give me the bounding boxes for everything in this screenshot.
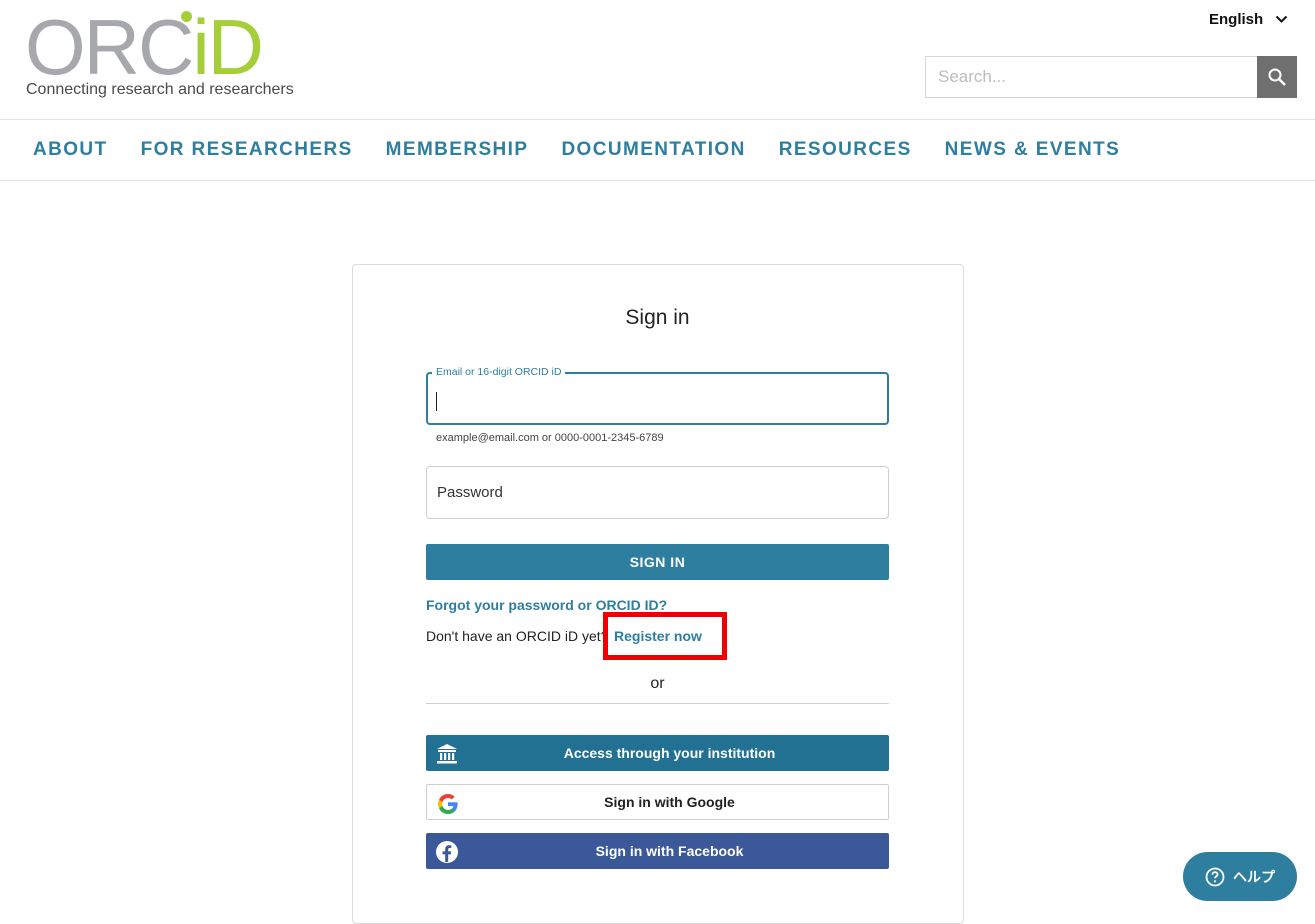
orcid-logo[interactable]: ORCiD Connecting research and researcher… [25, 8, 315, 104]
email-field-label: Email or 16-digit ORCID iD [432, 366, 566, 378]
help-button[interactable]: ヘルプ [1183, 852, 1297, 901]
search-input[interactable] [926, 57, 1257, 97]
sign-in-button[interactable]: SIGN IN [426, 544, 889, 580]
text-cursor [436, 392, 437, 411]
or-divider-line [426, 703, 889, 704]
forgot-password-link[interactable]: Forgot your password or ORCID ID? [426, 597, 667, 613]
chevron-down-icon [1275, 15, 1288, 23]
nav-membership[interactable]: MEMBERSHIP [386, 139, 529, 161]
red-highlight-box [603, 612, 727, 660]
question-circle-icon [1205, 867, 1225, 886]
nav-bottom-divider [0, 180, 1315, 181]
facebook-signin-button[interactable]: Sign in with Facebook [426, 833, 889, 869]
signin-card [352, 264, 964, 924]
facebook-signin-label: Sign in with Facebook [595, 843, 744, 859]
logo-wordmark: ORCiD [25, 3, 264, 91]
or-separator: or [650, 675, 665, 692]
password-field[interactable] [426, 466, 889, 519]
search-button[interactable] [1257, 56, 1297, 98]
main-nav: ABOUT FOR RESEARCHERS MEMBERSHIP DOCUMEN… [33, 139, 1120, 161]
nav-resources[interactable]: RESOURCES [779, 139, 912, 161]
logo-dot [181, 11, 192, 22]
language-label: English [1209, 11, 1264, 28]
password-input[interactable] [427, 467, 888, 518]
google-signin-label: Sign in with Google [604, 794, 735, 810]
nav-news-events[interactable]: NEWS & EVENTS [945, 139, 1121, 161]
institution-icon [434, 741, 459, 766]
language-selector[interactable]: English [1209, 11, 1288, 28]
email-input[interactable] [428, 374, 887, 423]
search-field[interactable] [925, 56, 1257, 98]
facebook-icon [434, 839, 459, 864]
institution-signin-button[interactable]: Access through your institution [426, 735, 889, 771]
google-icon [435, 791, 460, 816]
signin-title: Sign in [625, 306, 690, 329]
email-hint: example@email.com or 0000-0001-2345-6789 [436, 432, 664, 444]
email-field[interactable] [426, 372, 889, 425]
help-label: ヘルプ [1233, 868, 1275, 885]
no-account-text: Don't have an ORCID iD yet? [426, 628, 609, 644]
institution-signin-label: Access through your institution [563, 745, 776, 761]
google-signin-button[interactable]: Sign in with Google [426, 784, 889, 820]
logo-tagline: Connecting research and researchers [26, 81, 294, 98]
nav-about[interactable]: ABOUT [33, 139, 108, 161]
nav-documentation[interactable]: DOCUMENTATION [561, 139, 745, 161]
search-icon [1268, 68, 1286, 86]
nav-for-researchers[interactable]: FOR RESEARCHERS [141, 139, 353, 161]
nav-top-divider [0, 119, 1315, 120]
